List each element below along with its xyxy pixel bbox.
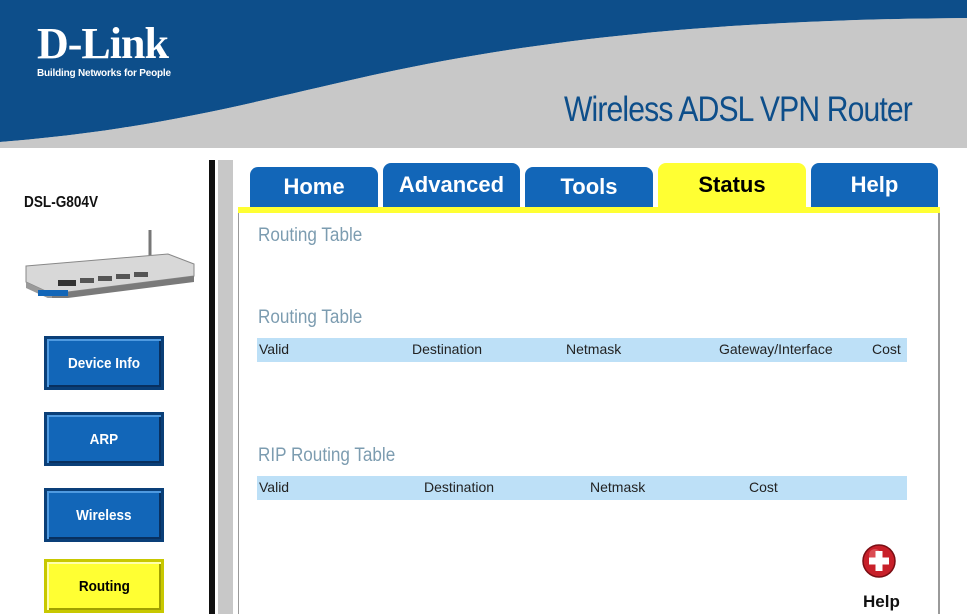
sidebar-item-device-info[interactable]: Device Info	[44, 336, 164, 390]
dlink-logo: D-Link Building Networks for People	[37, 19, 171, 80]
tab-home[interactable]: Home	[250, 167, 378, 207]
sidebar-item-label: ARP	[89, 430, 119, 448]
rip-table-header: Valid Destination Netmask Cost	[257, 476, 907, 500]
column-header-gateway-interface: Gateway/Interface	[719, 341, 833, 357]
router-image	[25, 230, 195, 298]
page-title: Routing Table	[258, 225, 363, 246]
content-panel: Routing Table Routing Table Valid Destin…	[238, 213, 940, 614]
rip-table-title: RIP Routing Table	[258, 445, 396, 466]
model-name: DSL-G804V	[24, 194, 99, 211]
sidebar-item-arp[interactable]: ARP	[44, 412, 164, 466]
logo-tagline: Building Networks for People	[37, 68, 171, 79]
tab-label: Help	[850, 172, 899, 197]
tab-label: Home	[283, 174, 345, 199]
sidebar-item-label: Device Info	[67, 354, 141, 372]
tab-tools[interactable]: Tools	[525, 167, 653, 207]
sidebar-item-wireless[interactable]: Wireless	[44, 488, 164, 542]
tab-status[interactable]: Status	[658, 163, 806, 207]
column-header-destination: Destination	[424, 479, 495, 495]
help-link[interactable]: Help	[863, 592, 900, 612]
divider-grey	[218, 160, 233, 614]
tab-label: Status	[698, 172, 766, 197]
sidebar-item-label: Routing	[78, 577, 130, 595]
tab-label: Advanced	[398, 172, 505, 197]
column-header-cost: Cost	[749, 479, 778, 495]
column-header-netmask: Netmask	[590, 479, 646, 495]
header-banner: D-Link Building Networks for People Wire…	[0, 0, 967, 150]
column-header-valid: Valid	[259, 341, 290, 357]
top-tabs: Home Advanced Tools Status Help	[238, 163, 938, 207]
column-header-destination: Destination	[412, 341, 483, 357]
plus-circle-icon[interactable]	[862, 544, 896, 578]
logo-text: D-Link	[37, 19, 169, 68]
column-header-cost: Cost	[872, 341, 901, 357]
sidebar: DSL-G804V Device Info ARP Wireless Routi…	[0, 150, 205, 614]
product-title: Wireless ADSL VPN Router	[564, 90, 913, 129]
tab-advanced[interactable]: Advanced	[383, 163, 520, 207]
routing-table-header: Valid Destination Netmask Gateway/Interf…	[257, 338, 907, 362]
routing-table-title: Routing Table	[258, 307, 363, 328]
divider-dark	[209, 160, 215, 614]
column-header-valid: Valid	[259, 479, 290, 495]
column-header-netmask: Netmask	[566, 341, 622, 357]
tab-help[interactable]: Help	[811, 163, 938, 207]
tab-label: Tools	[560, 174, 618, 199]
sidebar-item-routing[interactable]: Routing	[44, 559, 164, 613]
sidebar-item-label: Wireless	[76, 506, 132, 524]
